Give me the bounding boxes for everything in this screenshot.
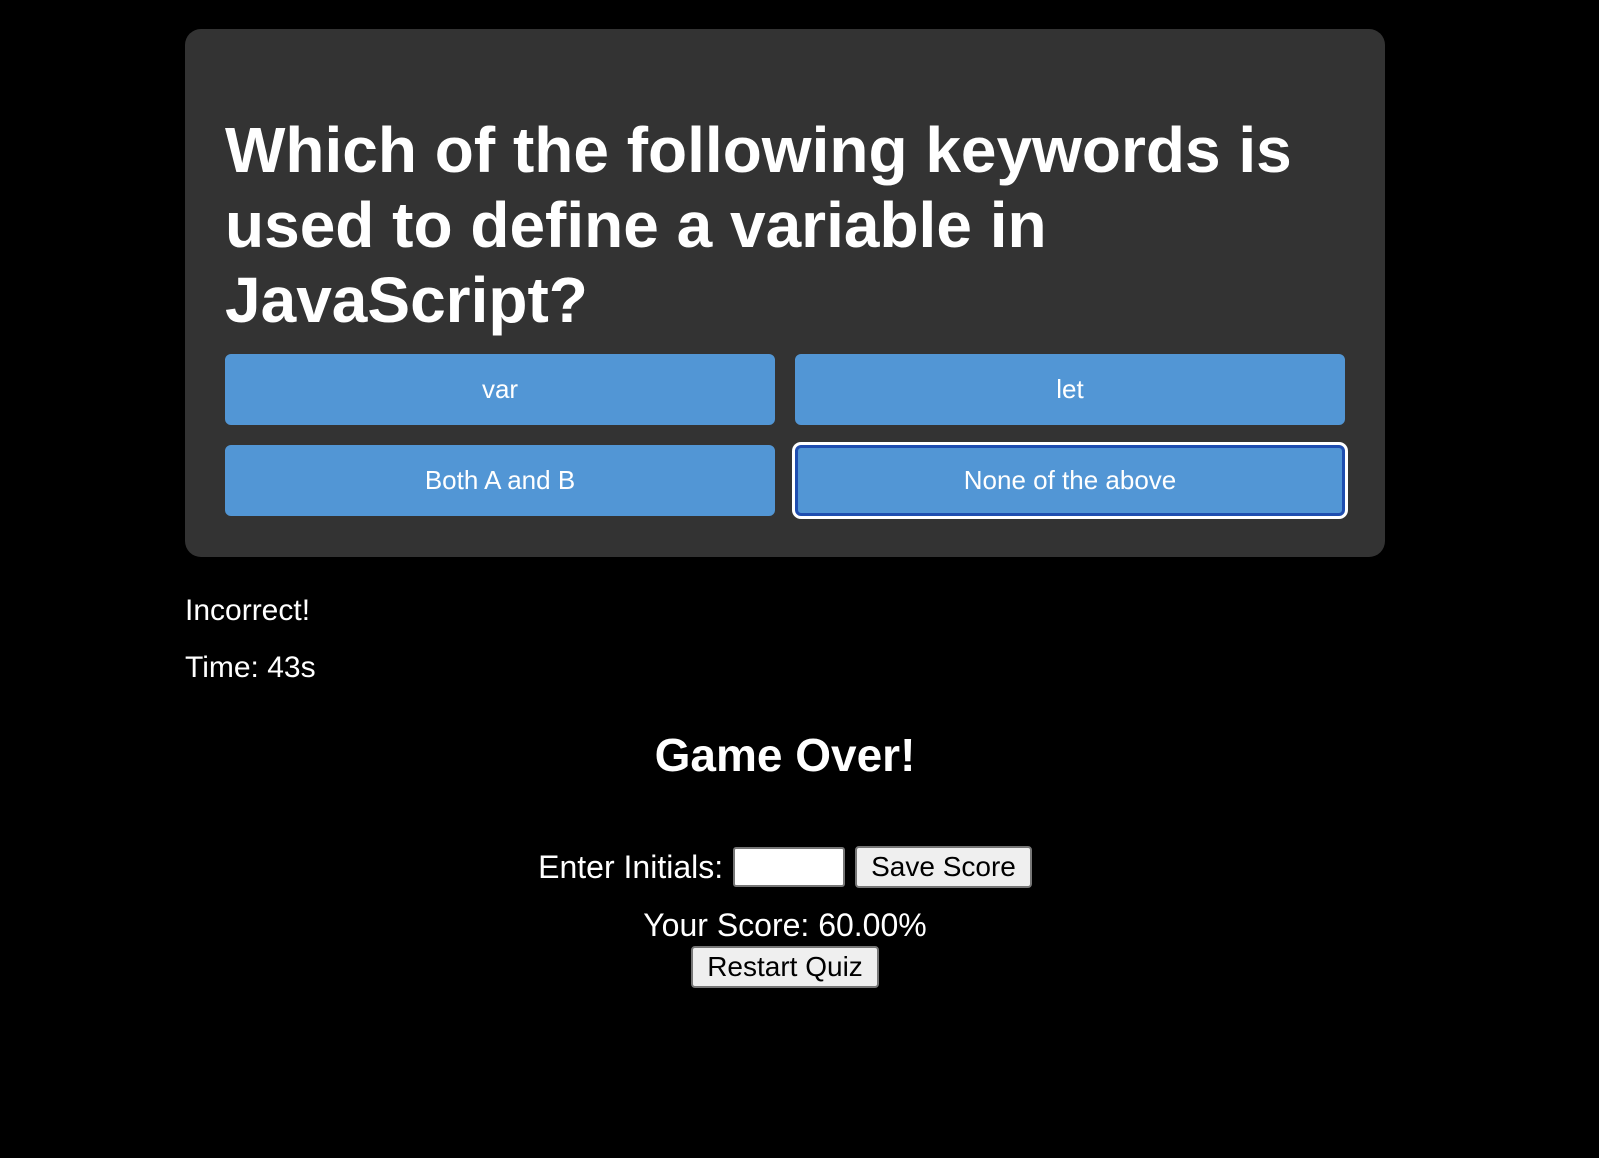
save-score-button[interactable]: Save Score [855,846,1032,888]
restart-row: Restart Quiz [0,946,1570,988]
timer-text: Time: 43s [185,651,316,684]
answer-button-let[interactable]: let [795,354,1345,425]
score-text: Your Score: 60.00% [643,907,927,943]
game-over-title: Game Over! [654,729,916,781]
quiz-card: Which of the following keywords is used … [185,29,1385,557]
answer-grid: var let Both A and B None of the above [225,354,1345,516]
restart-quiz-button[interactable]: Restart Quiz [691,946,879,988]
initials-form: Enter Initials: Save Score [0,846,1570,888]
question-text: Which of the following keywords is used … [225,114,1292,336]
answer-button-both[interactable]: Both A and B [225,445,775,516]
answer-button-var[interactable]: var [225,354,775,425]
answer-button-none[interactable]: None of the above [795,445,1345,516]
initials-label: Enter Initials: [538,848,724,885]
initials-input[interactable] [733,847,846,887]
feedback-text: Incorrect! [185,594,311,627]
